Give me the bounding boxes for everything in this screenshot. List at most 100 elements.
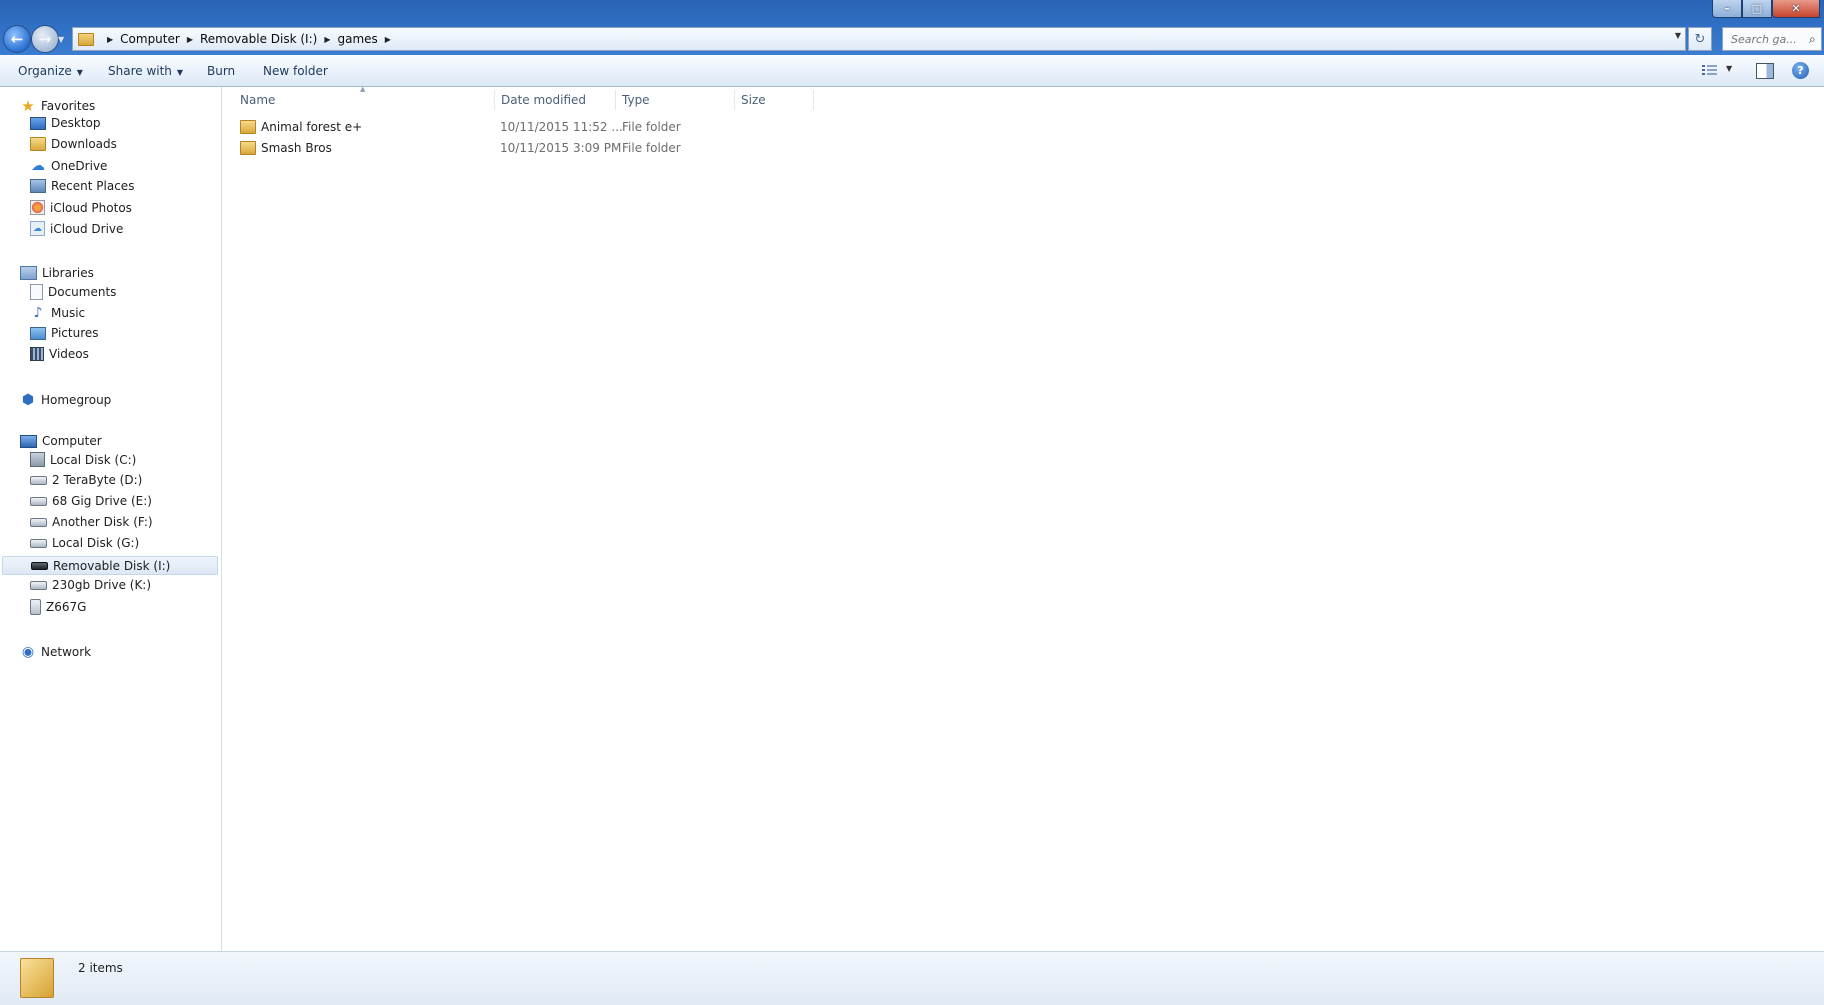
back-button[interactable]: ←	[3, 25, 31, 53]
close-button[interactable]: ✕	[1772, 0, 1820, 18]
new-folder-button[interactable]: New folder	[263, 64, 328, 78]
breadcrumb-removable-disk[interactable]: Removable Disk (I:)	[200, 32, 317, 46]
maximize-button[interactable]: □	[1742, 0, 1772, 18]
nav-item-music[interactable]: ♪ Music	[30, 305, 86, 321]
icloud-drive-icon: ☁	[30, 221, 45, 236]
music-icon: ♪	[33, 305, 43, 321]
nav-item-onedrive[interactable]: ☁ OneDrive	[30, 158, 107, 174]
view-options-dropdown[interactable]: ▼	[1726, 64, 1732, 73]
nav-group-network[interactable]: ◉ Network	[20, 644, 91, 660]
details-pane: 2 items	[0, 951, 1824, 1005]
downloads-folder-icon	[30, 137, 46, 151]
folder-icon	[240, 141, 256, 155]
forward-arrow-icon: →	[38, 30, 52, 48]
nav-group-homegroup[interactable]: ⬢ Homegroup	[20, 392, 111, 408]
refresh-icon: ↻	[1694, 31, 1706, 47]
nav-item-icloud-drive[interactable]: ☁ iCloud Drive	[30, 221, 123, 236]
column-header-date-modified[interactable]: Date modified	[501, 87, 586, 113]
window-controls: – □ ✕	[1712, 0, 1820, 18]
nav-item-videos[interactable]: Videos	[30, 347, 89, 361]
minimize-button[interactable]: –	[1712, 0, 1742, 18]
icloud-photos-icon	[30, 200, 45, 215]
system-disk-icon	[30, 452, 45, 467]
folder-icon	[78, 32, 94, 46]
folder-icon	[240, 120, 256, 134]
hard-drive-icon	[30, 538, 47, 548]
change-view-icon[interactable]	[1702, 64, 1718, 77]
file-type: File folder	[622, 120, 681, 134]
nav-item-pictures[interactable]: Pictures	[30, 326, 99, 340]
list-item[interactable]: Smash Bros 10/11/2015 3:09 PM File folde…	[222, 139, 1022, 158]
network-icon: ◉	[21, 644, 35, 660]
nav-item-local-disk-c[interactable]: Local Disk (C:)	[30, 452, 136, 467]
column-divider[interactable]	[813, 90, 814, 110]
burn-button[interactable]: Burn	[207, 64, 235, 78]
search-input[interactable]	[1729, 31, 1807, 47]
sort-ascending-icon: ▲	[360, 85, 366, 93]
nav-item-drive-k[interactable]: 230gb Drive (K:)	[30, 578, 151, 592]
nav-item-icloud-photos[interactable]: iCloud Photos	[30, 200, 132, 215]
nav-group-libraries[interactable]: Libraries	[20, 266, 94, 280]
recent-places-icon	[30, 179, 46, 193]
removable-disk-icon	[31, 561, 48, 570]
chevron-down-icon: ▼	[176, 68, 184, 77]
item-count: 2 items	[78, 961, 123, 975]
cloud-icon: ☁	[31, 158, 45, 174]
nav-group-favorites[interactable]: ★ Favorites	[20, 97, 95, 115]
column-divider[interactable]	[494, 90, 495, 110]
nav-item-desktop[interactable]: Desktop	[30, 116, 101, 130]
back-arrow-icon: ←	[10, 30, 24, 48]
organize-button[interactable]: Organize ▼	[18, 64, 83, 78]
hard-drive-icon	[30, 475, 47, 485]
share-with-button[interactable]: Share with ▼	[108, 64, 183, 78]
search-icon[interactable]: ⌕	[1809, 32, 1816, 47]
portable-device-icon	[30, 599, 41, 615]
chevron-right-icon[interactable]: ▶	[107, 35, 113, 44]
preview-pane-icon[interactable]	[1756, 63, 1774, 79]
recent-pages-dropdown[interactable]: ▼	[58, 35, 64, 44]
hard-drive-icon	[30, 580, 47, 590]
title-bar: – □ ✕ ← → ▼ ▶ Computer ▶ Removable Disk …	[0, 0, 1824, 55]
search-box[interactable]: ⌕	[1722, 27, 1822, 51]
chevron-right-icon[interactable]: ▶	[324, 35, 330, 44]
nav-item-drive-e[interactable]: 68 Gig Drive (E:)	[30, 494, 152, 508]
refresh-button[interactable]: ↻	[1688, 27, 1712, 51]
navigation-pane: ★ Favorites Desktop Downloads ☁ OneDrive R…	[0, 87, 222, 951]
desktop-icon	[30, 116, 46, 130]
nav-group-computer[interactable]: Computer	[20, 434, 102, 448]
file-name: Animal forest e+	[261, 120, 363, 134]
libraries-icon	[20, 266, 37, 280]
forward-button[interactable]: →	[31, 25, 59, 53]
address-bar[interactable]: ▶ Computer ▶ Removable Disk (I:) ▶ games…	[72, 27, 1686, 51]
videos-icon	[30, 347, 44, 361]
chevron-right-icon[interactable]: ▶	[385, 35, 391, 44]
breadcrumb-computer[interactable]: Computer	[120, 32, 180, 46]
column-divider[interactable]	[734, 90, 735, 110]
documents-icon	[30, 284, 43, 300]
file-name: Smash Bros	[261, 141, 332, 155]
column-header-size[interactable]: Size	[741, 87, 766, 113]
homegroup-icon: ⬢	[21, 392, 35, 408]
nav-item-recent-places[interactable]: Recent Places	[30, 179, 134, 193]
nav-item-documents[interactable]: Documents	[30, 284, 116, 300]
nav-item-z667g[interactable]: Z667G	[30, 599, 86, 615]
computer-icon	[20, 434, 37, 448]
breadcrumb-games[interactable]: games	[337, 32, 377, 46]
address-history-dropdown[interactable]: ▼	[1675, 31, 1681, 40]
chevron-right-icon[interactable]: ▶	[187, 35, 193, 44]
file-list: ▲ Name Date modified Type Size Animal fo…	[222, 85, 1824, 951]
star-icon: ★	[21, 97, 35, 115]
nav-item-removable-disk-i[interactable]: Removable Disk (I:)	[2, 556, 218, 575]
nav-item-drive-f[interactable]: Another Disk (F:)	[30, 515, 153, 529]
help-icon[interactable]: ?	[1792, 62, 1809, 79]
nav-item-drive-d[interactable]: 2 TeraByte (D:)	[30, 473, 142, 487]
nav-item-downloads[interactable]: Downloads	[30, 137, 117, 151]
column-header-name[interactable]: Name	[240, 87, 275, 113]
chevron-down-icon: ▼	[76, 68, 83, 77]
list-item[interactable]: Animal forest e+ 10/11/2015 11:52 ... Fi…	[222, 118, 1022, 137]
column-header-type[interactable]: Type	[622, 87, 650, 113]
folder-icon	[20, 958, 54, 998]
hard-drive-icon	[30, 496, 47, 506]
column-divider[interactable]	[615, 90, 616, 110]
nav-item-drive-g[interactable]: Local Disk (G:)	[30, 536, 139, 550]
